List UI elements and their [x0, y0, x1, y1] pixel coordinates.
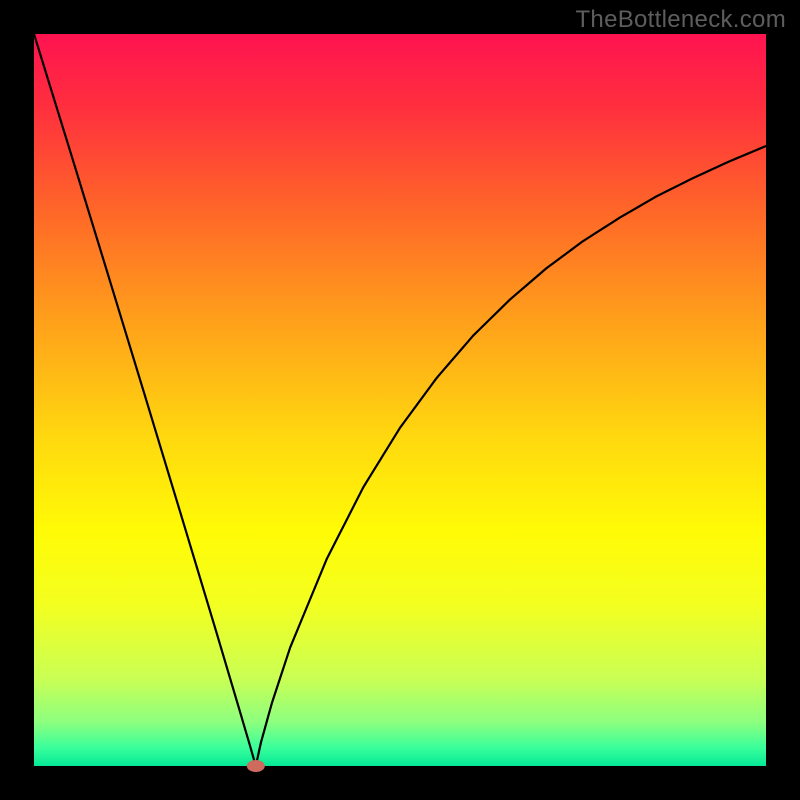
bottleneck-chart — [0, 0, 800, 800]
chart-frame: TheBottleneck.com — [0, 0, 800, 800]
gradient-background — [34, 34, 766, 766]
minimum-marker — [247, 760, 265, 772]
watermark-text: TheBottleneck.com — [575, 6, 786, 34]
